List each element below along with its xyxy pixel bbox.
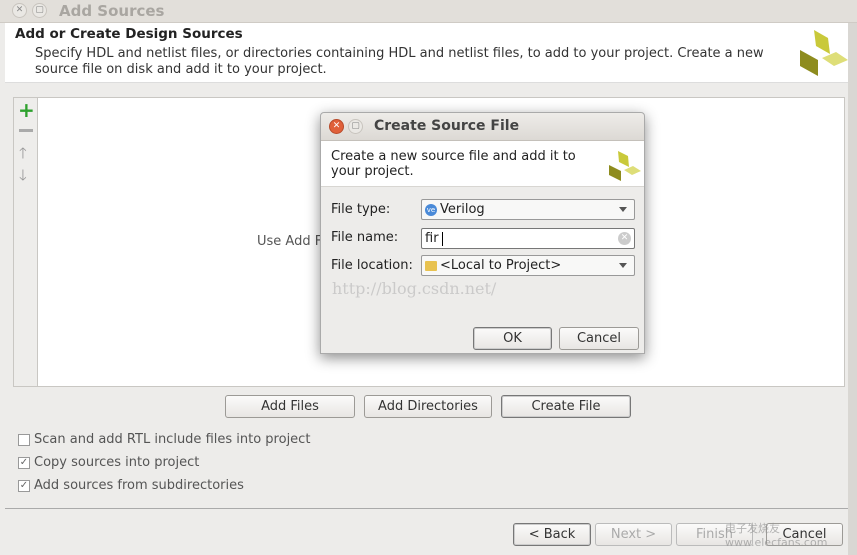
background-window-edge (848, 23, 857, 555)
checkbox-label: Copy sources into project (34, 455, 200, 470)
next-button[interactable]: Next > (595, 523, 672, 546)
scan-rtl-checkbox[interactable]: Scan and add RTL include files into proj… (18, 432, 310, 447)
list-toolbar (14, 98, 38, 386)
add-directories-button[interactable]: Add Directories (364, 395, 492, 418)
checkbox-box[interactable]: ✓ (18, 479, 30, 492)
file-type-value: Verilog (440, 202, 485, 217)
window-title: Add Sources (59, 2, 165, 20)
csdn-watermark: http://blog.csdn.net/ (332, 279, 497, 298)
checkbox-label: Add sources from subdirectories (34, 478, 244, 493)
file-name-input[interactable]: fir ✕ (421, 228, 635, 249)
move-down-icon[interactable]: 🡓 (19, 165, 27, 190)
page-title: Add or Create Design Sources (15, 26, 243, 42)
file-type-select[interactable]: ve Verilog (421, 199, 635, 220)
dialog-ok-button[interactable]: OK (473, 327, 552, 350)
create-source-file-dialog: ✕ ▢ Create Source File Create a new sour… (320, 112, 645, 354)
elecfans-watermark: 电子发烧友 www.elecfans.com (725, 522, 828, 549)
add-files-button[interactable]: Add Files (225, 395, 355, 418)
window-close-button[interactable]: ✕ (12, 3, 27, 18)
file-location-select[interactable]: <Local to Project> (421, 255, 635, 276)
file-name-value: fir (425, 231, 439, 246)
copy-sources-checkbox[interactable]: ✓ Copy sources into project (18, 455, 199, 470)
text-cursor (441, 231, 443, 246)
file-location-label: File location: (331, 258, 413, 273)
file-name-label: File name: (331, 230, 399, 245)
back-button[interactable]: < Back (513, 523, 591, 546)
add-icon[interactable]: + (18, 100, 35, 120)
verilog-icon: ve (425, 203, 437, 216)
checkbox-box[interactable] (18, 433, 30, 446)
file-type-label: File type: (331, 202, 391, 217)
dialog-title: Create Source File (374, 118, 520, 134)
create-file-button[interactable]: Create File (501, 395, 631, 418)
file-location-value: <Local to Project> (440, 258, 562, 273)
checkbox-box[interactable]: ✓ (18, 456, 30, 469)
window-maximize-button[interactable]: ▢ (32, 3, 47, 18)
xilinx-logo (800, 30, 848, 76)
footer-divider (5, 508, 848, 509)
chevron-down-icon (619, 207, 627, 212)
dialog-maximize-button[interactable]: ▢ (348, 119, 363, 134)
dialog-close-button[interactable]: ✕ (329, 119, 344, 134)
xilinx-logo (609, 151, 641, 181)
folder-icon (425, 260, 437, 271)
add-subdirs-checkbox[interactable]: ✓ Add sources from subdirectories (18, 478, 244, 493)
clear-icon[interactable]: ✕ (618, 232, 631, 245)
remove-icon[interactable] (19, 129, 33, 132)
dialog-description: Create a new source file and add it to y… (331, 149, 576, 179)
page-description: Specify HDL and netlist files, or direct… (35, 46, 764, 77)
checkbox-label: Scan and add RTL include files into proj… (34, 432, 311, 447)
chevron-down-icon (619, 263, 627, 268)
dialog-cancel-button[interactable]: Cancel (559, 327, 639, 350)
